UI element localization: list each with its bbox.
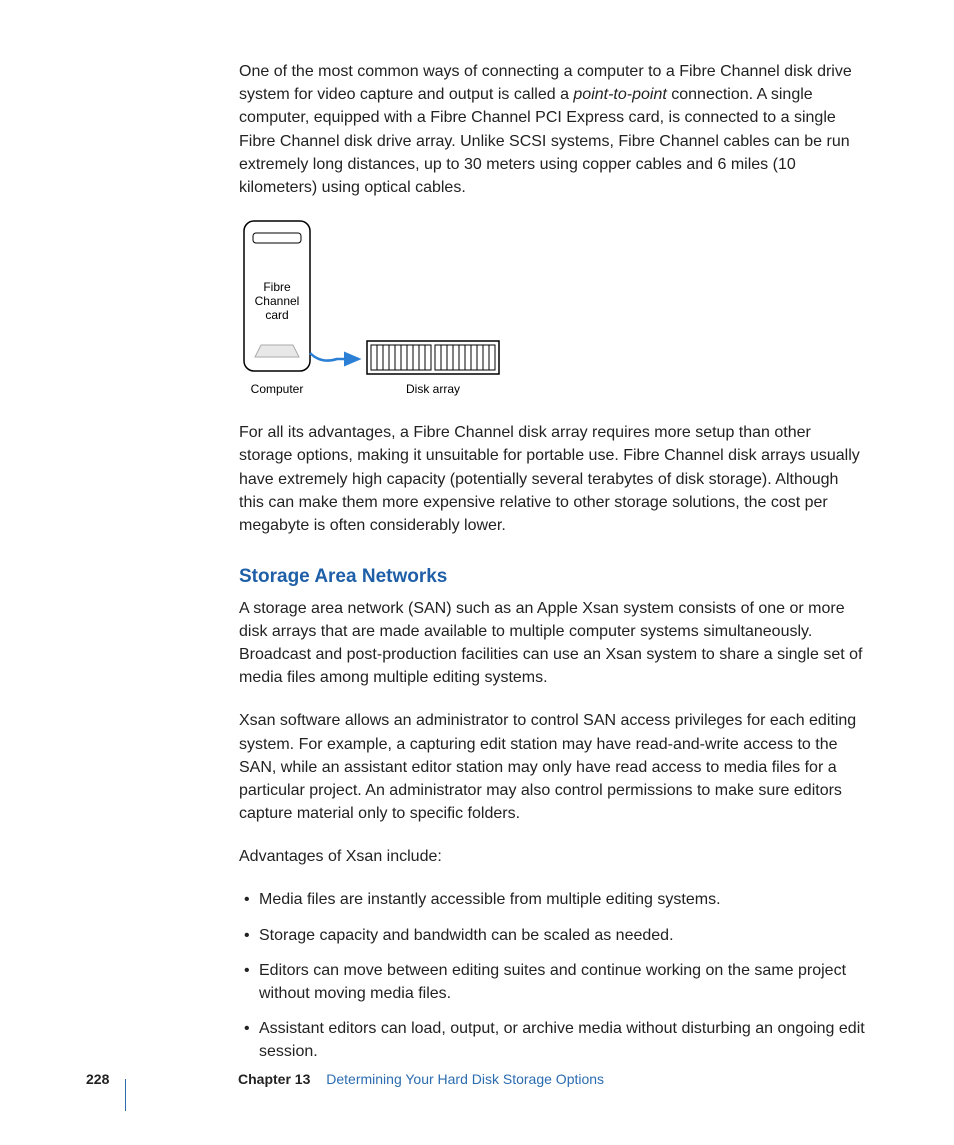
list-item: Storage capacity and bandwidth can be sc… xyxy=(239,924,866,947)
diagram-card-label-3: card xyxy=(265,308,288,322)
paragraph-advantages: For all its advantages, a Fibre Channel … xyxy=(239,421,866,537)
page-number: 228 xyxy=(86,1069,109,1089)
diagram-svg: Fibre Channel card Computer xyxy=(239,219,569,399)
diagram-diskarray-label: Disk array xyxy=(406,382,460,396)
diagram-card-label-1: Fibre xyxy=(263,280,291,294)
diagram-computer-label: Computer xyxy=(251,382,304,396)
italic-term: point-to-point xyxy=(573,86,666,103)
paragraph-intro: One of the most common ways of connectin… xyxy=(239,60,866,199)
chapter-title: Determining Your Hard Disk Storage Optio… xyxy=(326,1071,604,1087)
chapter-label: Chapter 13 xyxy=(238,1071,310,1087)
list-item: Media files are instantly accessible fro… xyxy=(239,888,866,911)
diagram-card-label-2: Channel xyxy=(255,294,300,308)
paragraph-advantages-intro: Advantages of Xsan include: xyxy=(239,845,866,868)
paragraph-san-intro: A storage area network (SAN) such as an … xyxy=(239,597,866,690)
list-item: Assistant editors can load, output, or a… xyxy=(239,1017,866,1063)
page-content: One of the most common ways of connectin… xyxy=(239,60,866,1076)
diagram-fibre-channel: Fibre Channel card Computer xyxy=(239,219,866,399)
chapter-info: Chapter 13 Determining Your Hard Disk St… xyxy=(238,1069,604,1089)
page-footer: 228 Chapter 13 Determining Your Hard Dis… xyxy=(125,1079,866,1111)
paragraph-xsan-admin: Xsan software allows an administrator to… xyxy=(239,709,866,825)
advantages-list: Media files are instantly accessible fro… xyxy=(239,888,866,1063)
heading-san: Storage Area Networks xyxy=(239,563,866,591)
list-item: Editors can move between editing suites … xyxy=(239,959,866,1005)
